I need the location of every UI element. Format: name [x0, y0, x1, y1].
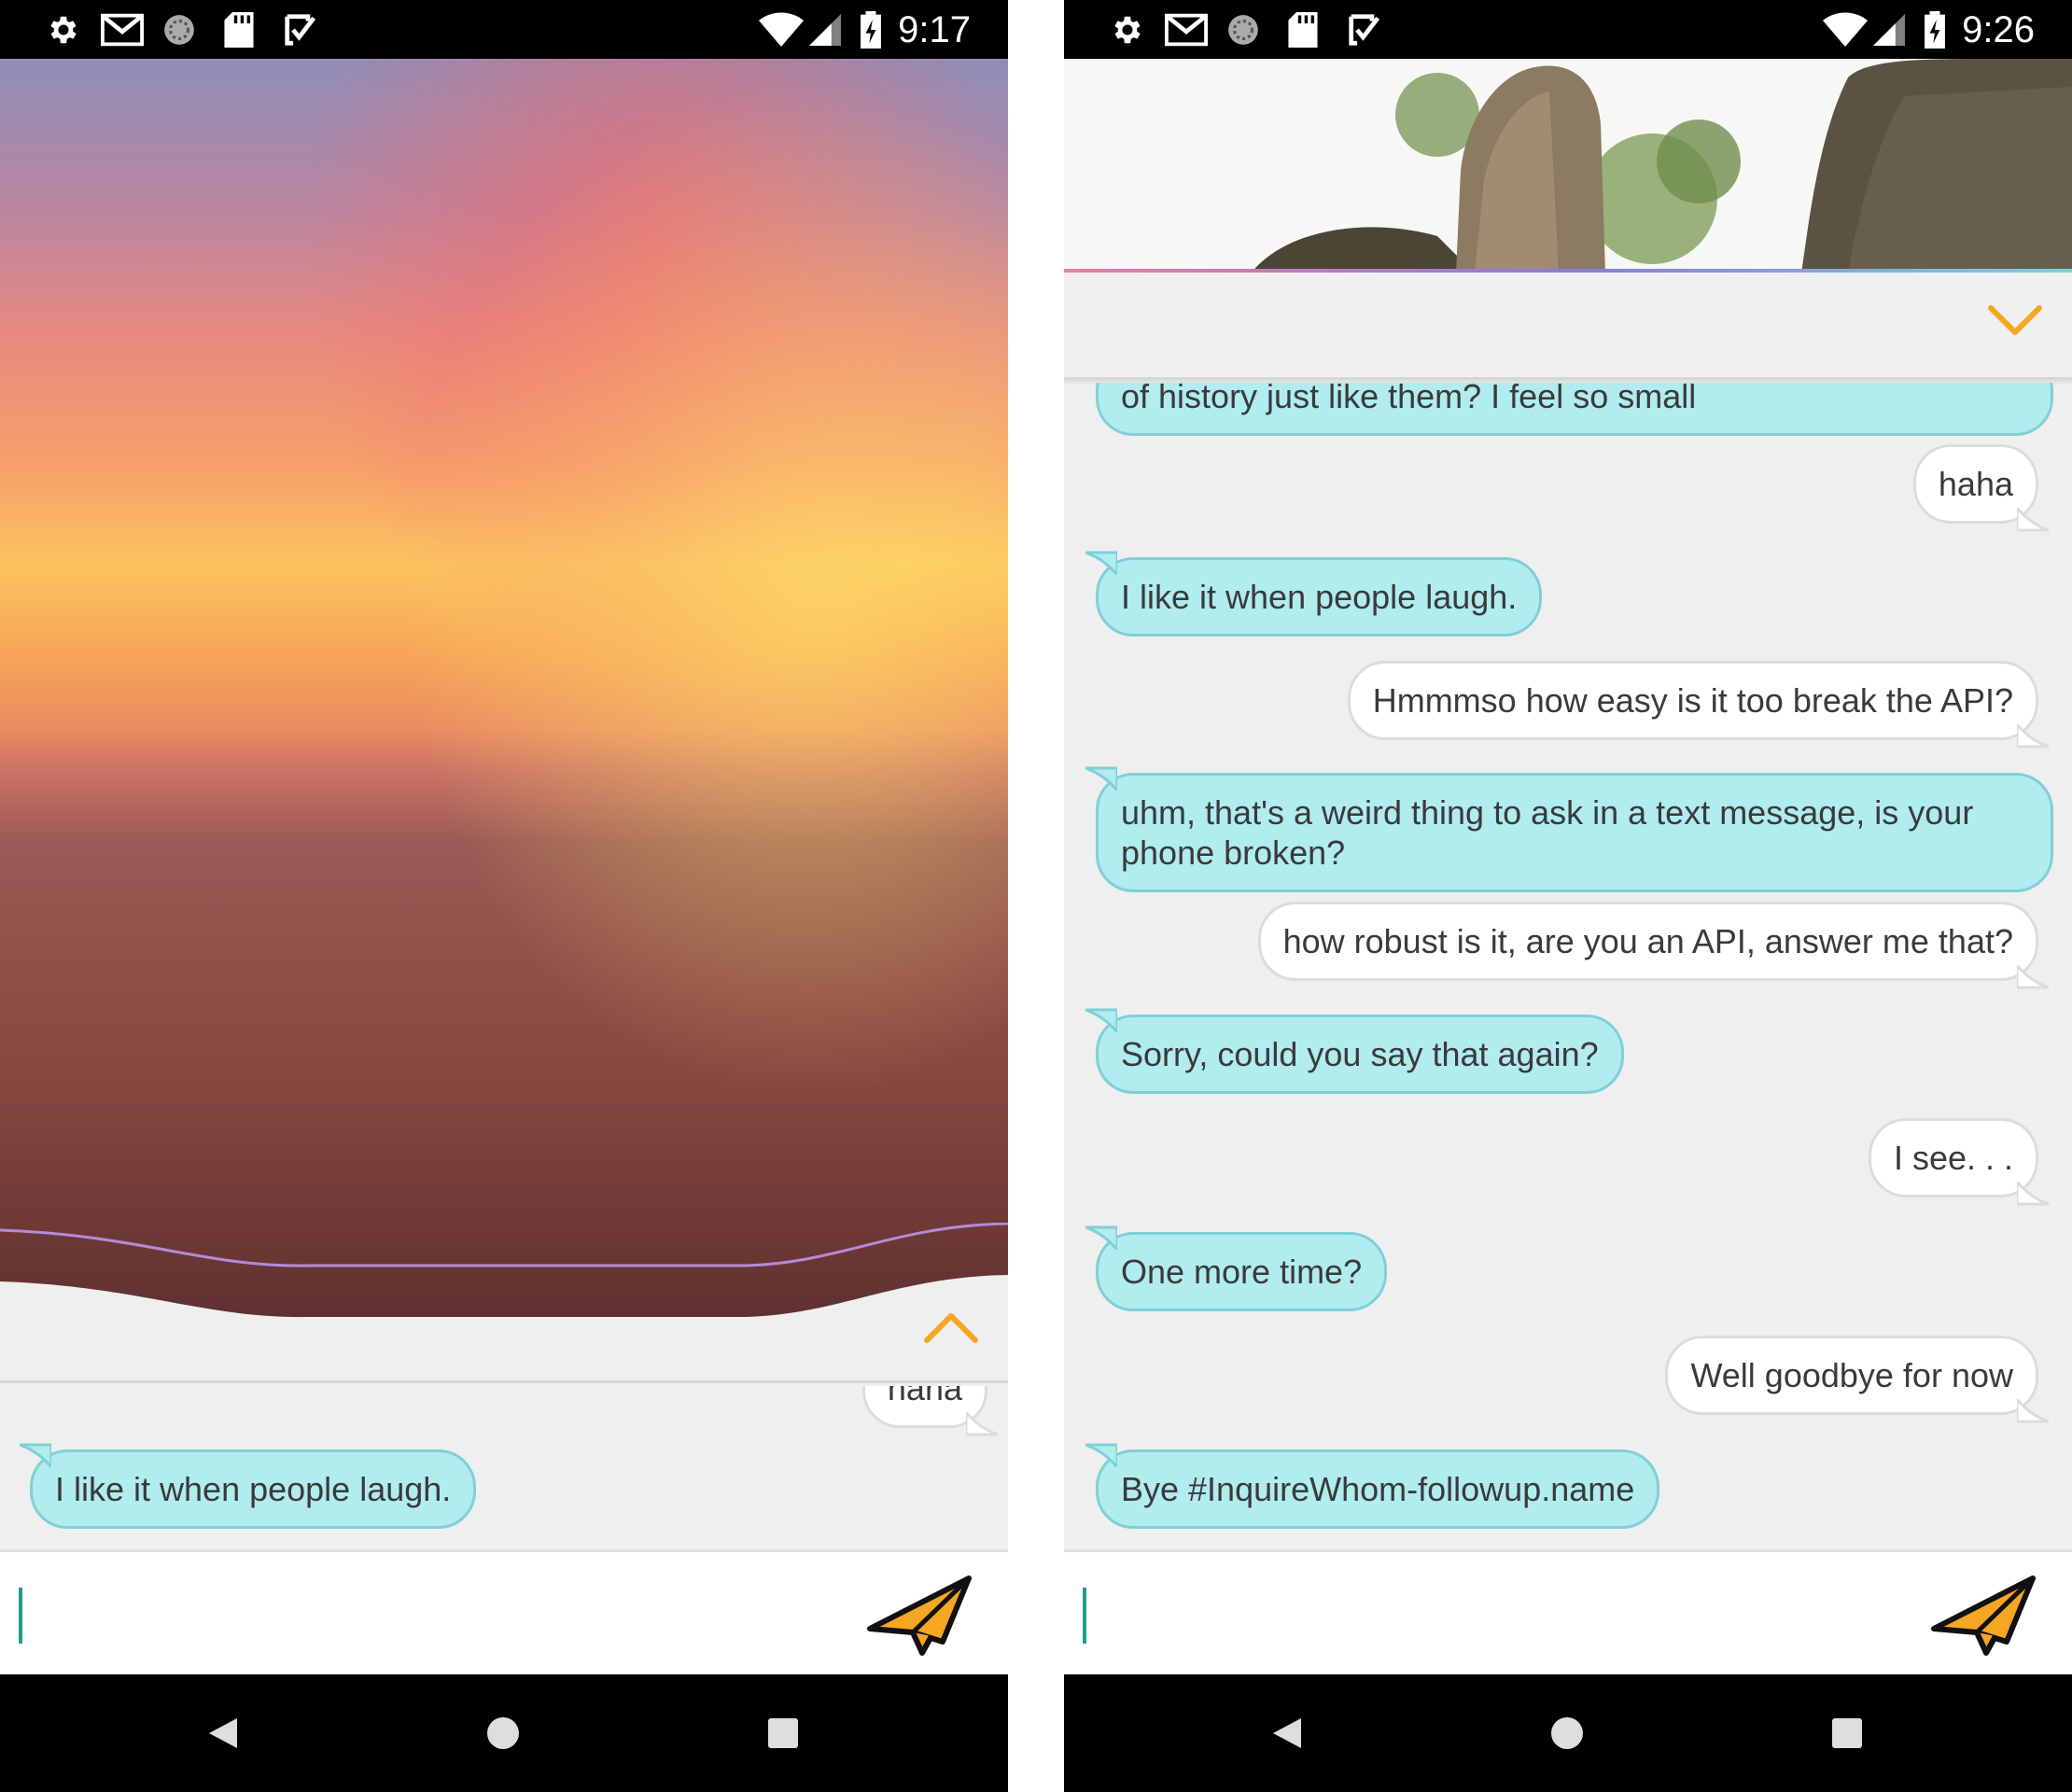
- status-bar: 9:26: [1064, 0, 2072, 59]
- bot-message: uhm, that's a weird thing to ask in a te…: [1085, 766, 2053, 892]
- home-icon[interactable]: [1544, 1710, 1590, 1757]
- bot-message: Sorry, could you say that again?: [1085, 1008, 1624, 1094]
- message-text: uhm, that's a weird thing to ask in a te…: [1121, 793, 1974, 832]
- chevron-up-icon[interactable]: [920, 1307, 982, 1348]
- status-time: 9:26: [1962, 9, 2035, 50]
- message-text-line2: phone broken?: [1121, 833, 1346, 872]
- back-icon[interactable]: [200, 1710, 246, 1757]
- rock-image: [1064, 59, 2072, 273]
- wifi-icon: [758, 9, 805, 50]
- sunset-image: [0, 59, 1008, 1323]
- sd-card-icon: [1284, 9, 1322, 50]
- chevron-down-icon[interactable]: [1984, 301, 2046, 342]
- chat-screen-right: 9:26 of history just like them? I feel s…: [1064, 0, 2072, 1792]
- message-text: Bye #InquireWhom-followup.name: [1121, 1470, 1635, 1508]
- battery-icon: [859, 9, 883, 50]
- paper-plane-icon: [1931, 1575, 2036, 1656]
- message-text: I like it when people laugh.: [1121, 578, 1518, 616]
- checkbox-icon: [280, 9, 321, 50]
- user-message: haha: [1912, 444, 2049, 532]
- user-message: Well goodbye for now: [1665, 1336, 2049, 1423]
- home-icon[interactable]: [480, 1710, 526, 1757]
- sync-icon: [159, 9, 200, 50]
- collapse-bar: [0, 1223, 1008, 1383]
- message-text: Hmmmso how easy is it too break the API?: [1372, 681, 2013, 720]
- navigation-bar: [0, 1674, 1008, 1792]
- gmail-icon: [1163, 9, 1210, 50]
- sync-icon: [1223, 9, 1264, 50]
- navigation-bar: [1064, 1674, 2072, 1792]
- wifi-icon: [1822, 9, 1869, 50]
- message-text: of history just like them? I feel so sma…: [1121, 383, 1697, 415]
- message-text: One more time?: [1121, 1253, 1363, 1291]
- message-text: haha: [1938, 465, 2013, 503]
- user-message: Hmmmso how easy is it too break the API?: [1347, 661, 2049, 749]
- recents-icon[interactable]: [760, 1710, 806, 1757]
- message-text: how robust is it, are you an API, answer…: [1282, 922, 2013, 960]
- user-message: I see. . .: [1868, 1118, 2049, 1206]
- message-list: haha I like it when people laugh.: [0, 1386, 1008, 1549]
- message-composer: [0, 1549, 1008, 1674]
- bot-message: I like it when people laugh.: [20, 1443, 477, 1529]
- user-message: haha: [861, 1386, 998, 1436]
- message-text: I see. . .: [1893, 1139, 2013, 1177]
- bot-message: of history just like them? I feel so sma…: [1096, 383, 2053, 436]
- back-icon[interactable]: [1264, 1710, 1310, 1757]
- chat-screen-left: 9:17 haha I like it when people laugh.: [0, 0, 1008, 1792]
- battery-icon: [1923, 9, 1947, 50]
- status-time: 9:17: [898, 9, 971, 50]
- collapse-bar: [1064, 269, 2072, 380]
- sd-card-icon: [220, 9, 258, 50]
- checkbox-icon: [1344, 9, 1385, 50]
- message-text: Sorry, could you say that again?: [1121, 1035, 1599, 1073]
- message-text: Well goodbye for now: [1690, 1356, 2013, 1394]
- message-list: of history just like them? I feel so sma…: [1064, 383, 2072, 1549]
- message-text: I like it when people laugh.: [55, 1470, 452, 1508]
- gear-icon: [43, 9, 84, 50]
- status-bar: 9:17: [0, 0, 1008, 59]
- gear-icon: [1107, 9, 1148, 50]
- message-text: haha: [887, 1386, 962, 1407]
- send-button[interactable]: [866, 1571, 974, 1660]
- bot-message: One more time?: [1085, 1225, 1388, 1311]
- signal-icon: [1872, 9, 1906, 50]
- message-composer: [1064, 1549, 2072, 1674]
- message-input[interactable]: [17, 1578, 782, 1651]
- signal-icon: [808, 9, 842, 50]
- user-message: how robust is it, are you an API, answer…: [1257, 902, 2049, 989]
- paper-plane-icon: [867, 1575, 972, 1656]
- message-input[interactable]: [1081, 1578, 1846, 1651]
- recents-icon[interactable]: [1824, 1710, 1870, 1757]
- bot-message: Bye #InquireWhom-followup.name: [1085, 1443, 1660, 1529]
- bot-message: I like it when people laugh.: [1085, 551, 1543, 637]
- send-button[interactable]: [1930, 1571, 2038, 1660]
- gmail-icon: [99, 9, 146, 50]
